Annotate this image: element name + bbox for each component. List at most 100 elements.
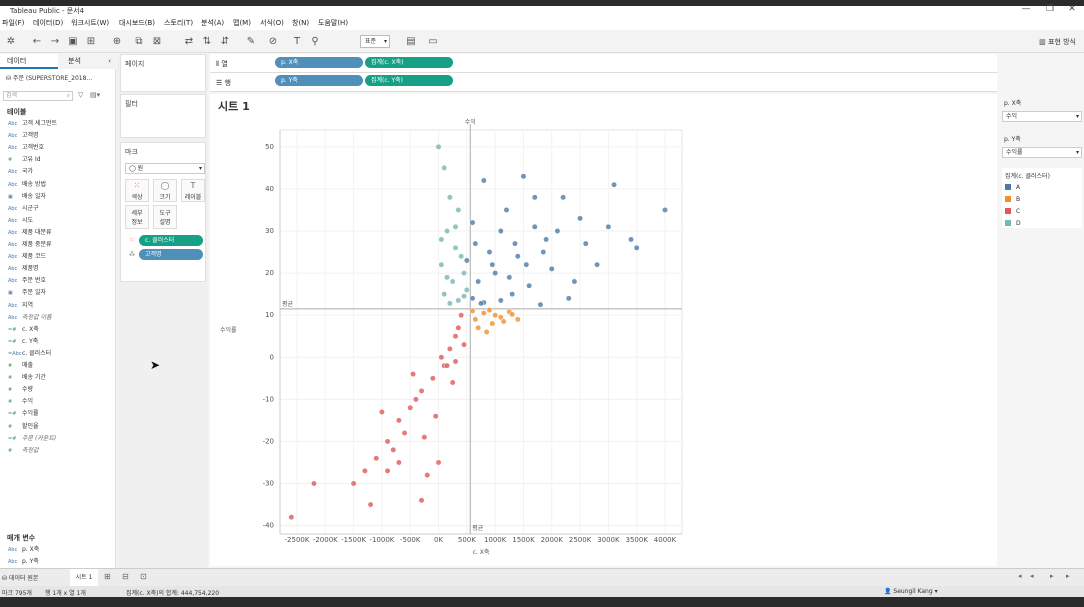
- rows-pill-py[interactable]: p. Y축: [275, 75, 363, 86]
- field-item[interactable]: Abc 시도: [8, 215, 33, 227]
- field-item[interactable]: Abc 제품명: [8, 263, 39, 275]
- scatter-point[interactable]: [520, 173, 527, 180]
- save-icon[interactable]: ▣: [66, 35, 80, 49]
- field-item[interactable]: =# c. Y축: [8, 336, 38, 348]
- scatter-point[interactable]: [401, 430, 408, 436]
- field-item[interactable]: ▣ 주문 일자: [8, 287, 46, 299]
- field-item[interactable]: =Abcc. 클러스터: [8, 348, 51, 360]
- sheet-tab[interactable]: 시트 1: [70, 569, 98, 586]
- field-item[interactable]: =# 주문 (카운트): [8, 433, 56, 445]
- scatter-point[interactable]: [531, 194, 538, 201]
- legend-item-d[interactable]: D: [1005, 220, 1021, 227]
- scatter-point[interactable]: [469, 308, 476, 314]
- field-item[interactable]: Abc 측정값 이름: [8, 312, 52, 324]
- restore-icon[interactable]: ❐: [1040, 4, 1060, 14]
- scatter-point[interactable]: [500, 318, 507, 325]
- menu-help[interactable]: 도움말(H): [318, 18, 348, 28]
- scatter-point[interactable]: [628, 236, 634, 243]
- scatter-point[interactable]: [418, 387, 425, 394]
- field-item[interactable]: Abc 고객번호: [8, 142, 44, 154]
- scatter-point[interactable]: [605, 223, 612, 230]
- scatter-point[interactable]: [461, 341, 467, 348]
- scatter-point[interactable]: [361, 467, 368, 474]
- pin-icon[interactable]: ⚲: [308, 35, 322, 49]
- field-item[interactable]: # 수량: [8, 384, 33, 396]
- filter-icon[interactable]: ▽: [78, 91, 83, 99]
- scatter-point[interactable]: [350, 480, 357, 487]
- sort-asc-icon[interactable]: ⇅: [200, 35, 214, 49]
- scatter-point[interactable]: [577, 215, 584, 222]
- scatter-point[interactable]: [514, 253, 521, 260]
- scatter-point[interactable]: [461, 293, 467, 300]
- scatter-point[interactable]: [560, 194, 567, 201]
- scatter-point[interactable]: [438, 261, 445, 268]
- pages-card[interactable]: 페이지: [120, 54, 206, 92]
- scatter-point[interactable]: [446, 345, 453, 352]
- new-dashboard-tab-icon[interactable]: ⊟: [122, 572, 129, 581]
- scatter-point[interactable]: [288, 514, 295, 521]
- menu-analysis[interactable]: 분석(A): [201, 18, 224, 28]
- field-item[interactable]: =# 수익률: [8, 408, 39, 420]
- scatter-point[interactable]: [489, 320, 496, 327]
- scatter-point[interactable]: [469, 295, 476, 302]
- sort-desc-icon[interactable]: ⇵: [218, 35, 232, 49]
- scatter-point[interactable]: [367, 501, 374, 508]
- px-param-select[interactable]: 수익: [1002, 111, 1082, 122]
- scatter-point[interactable]: [523, 261, 530, 268]
- field-item[interactable]: Abc 제품 중분류: [8, 239, 52, 251]
- tab-data[interactable]: 데이터: [0, 54, 58, 69]
- scatter-point[interactable]: [633, 244, 640, 251]
- scatter-point[interactable]: [537, 301, 544, 308]
- search-input[interactable]: 검색 ⌕: [3, 91, 73, 101]
- scatter-point[interactable]: [421, 434, 428, 441]
- menu-worksheet[interactable]: 워크시트(W): [71, 18, 109, 28]
- menu-dashboard[interactable]: 대시보드(B): [119, 18, 155, 28]
- columns-pill-cx[interactable]: 집계(c. X축): [365, 57, 453, 68]
- field-item[interactable]: Abc 주문 번호: [8, 275, 46, 287]
- size-button[interactable]: ◯ 크기: [153, 179, 177, 202]
- tableau-logo-icon[interactable]: ✲: [4, 35, 18, 49]
- prev-tab-icon[interactable]: ◂: [1030, 572, 1034, 580]
- scatter-point[interactable]: [373, 455, 380, 462]
- menu-format[interactable]: 서식(O): [260, 18, 284, 28]
- scatter-point[interactable]: [458, 253, 465, 260]
- scatter-point[interactable]: [429, 375, 436, 382]
- new-sheet-icon[interactable]: ⊕: [110, 35, 124, 49]
- scatter-point[interactable]: [418, 497, 425, 504]
- scatter-point[interactable]: [446, 194, 453, 201]
- next-tab-icon[interactable]: ▸: [1050, 572, 1054, 580]
- field-item[interactable]: Abc 시군구: [8, 203, 39, 215]
- scatter-point[interactable]: [407, 404, 414, 411]
- scatter-point[interactable]: [483, 329, 490, 335]
- scatter-point[interactable]: [435, 143, 442, 150]
- scatter-point[interactable]: [449, 379, 456, 386]
- scatter-point[interactable]: [424, 472, 431, 479]
- tooltip-button[interactable]: 도구 설명: [153, 205, 177, 229]
- scatter-chart[interactable]: 50 40 30 20 10 0 -10 -20 -30 -40 -2500K -2000K -1500…: [210, 94, 997, 566]
- scatter-point[interactable]: [384, 467, 391, 474]
- scatter-point[interactable]: [444, 362, 450, 369]
- scatter-point[interactable]: [548, 265, 555, 272]
- scatter-point[interactable]: [444, 274, 450, 281]
- swap-icon[interactable]: ⇄: [182, 35, 196, 49]
- scatter-point[interactable]: [531, 223, 538, 230]
- field-item[interactable]: Abc 제품 코드: [8, 251, 46, 263]
- add-datasource-icon[interactable]: ⊞: [84, 35, 98, 49]
- scatter-point[interactable]: [472, 316, 479, 323]
- scatter-point[interactable]: [435, 459, 442, 466]
- last-tab-icon[interactable]: ▸: [1066, 572, 1070, 580]
- datasource-tab[interactable]: ⛁ 데이터 원본: [2, 573, 38, 582]
- field-item[interactable]: # 고유 Id: [8, 154, 41, 166]
- field-item[interactable]: ▣ 배송 일자: [8, 191, 46, 203]
- scatter-point[interactable]: [390, 446, 397, 453]
- field-item[interactable]: Abc 고객명: [8, 130, 39, 142]
- field-item[interactable]: # 측정값: [8, 445, 39, 457]
- scatter-point[interactable]: [441, 164, 448, 171]
- scatter-point[interactable]: [492, 312, 499, 319]
- field-item[interactable]: =# c. X축: [8, 324, 39, 336]
- scatter-point[interactable]: [594, 261, 601, 268]
- scatter-point[interactable]: [455, 297, 462, 304]
- scatter-point[interactable]: [455, 324, 462, 331]
- scatter-point[interactable]: [452, 358, 459, 365]
- labels-icon[interactable]: T: [290, 35, 304, 49]
